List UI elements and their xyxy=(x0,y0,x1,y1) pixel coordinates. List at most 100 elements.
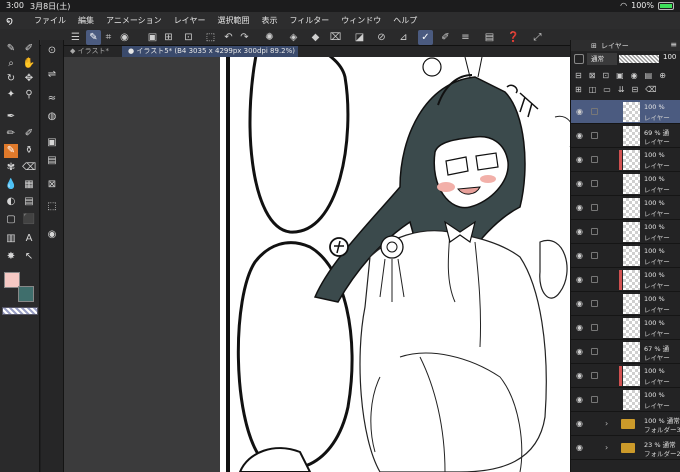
new-folder-icon[interactable]: ▭ xyxy=(603,85,611,94)
reference-icon[interactable]: ⊡ xyxy=(602,71,609,80)
ruler-icon[interactable]: ⊿ xyxy=(396,30,411,45)
object-select-icon[interactable]: ↖ xyxy=(22,250,36,264)
layer-row[interactable]: ◉ 100 % レイヤー xyxy=(571,244,680,268)
clear-icon[interactable]: ⊘ xyxy=(374,30,389,45)
copy-layer-icon[interactable]: ⊟ xyxy=(632,85,639,94)
save-icon[interactable]: ▣ xyxy=(145,30,160,45)
blend-mode-select[interactable]: 通常 xyxy=(587,53,617,65)
selected-tool-icon[interactable]: ✎ xyxy=(4,144,18,158)
undo-icon[interactable]: ↶ xyxy=(221,30,236,45)
material-panel-icon[interactable]: ⬚ xyxy=(45,200,59,214)
blend-icon[interactable]: ✾ xyxy=(4,161,18,175)
menu-filter[interactable]: フィルター xyxy=(289,15,329,26)
visibility-eye-icon[interactable]: ◉ xyxy=(576,179,583,188)
visibility-eye-icon[interactable]: ◉ xyxy=(576,395,583,404)
layer-checkbox[interactable] xyxy=(591,300,598,307)
layer-row[interactable]: ◉ 100 % レイヤー xyxy=(571,172,680,196)
visibility-eye-icon[interactable]: ◉ xyxy=(576,251,583,260)
layer-row[interactable]: ◉ 100 % レイヤー xyxy=(571,220,680,244)
fullscreen-icon[interactable]: ⤢ xyxy=(530,30,545,45)
visibility-eye-icon[interactable]: ◉ xyxy=(576,227,583,236)
layer-row[interactable]: ◉ 100 % レイヤー xyxy=(571,316,680,340)
layer-checkbox[interactable] xyxy=(591,180,598,187)
menu-help[interactable]: ヘルプ xyxy=(393,15,417,26)
eraser-icon[interactable]: ⌫ xyxy=(22,161,36,175)
loading-spinner-icon[interactable]: ✺ xyxy=(262,30,277,45)
brush-top-icon[interactable]: ✐ xyxy=(22,42,36,56)
property-icon[interactable]: ⇌ xyxy=(45,68,59,82)
navigator-icon[interactable]: ⊙ xyxy=(45,44,59,58)
brush-size-icon[interactable]: ≈ xyxy=(45,92,59,106)
transparent-color-swatch[interactable] xyxy=(2,307,38,315)
brush-mode-icon[interactable]: ✎ xyxy=(86,30,101,45)
layer-checkbox[interactable] xyxy=(591,348,598,355)
fill-rect-icon[interactable]: ▤ xyxy=(22,195,36,209)
canvas-paper[interactable] xyxy=(220,57,570,472)
menu-window[interactable]: ウィンドウ xyxy=(341,15,381,26)
pencil-icon[interactable]: ✏ xyxy=(4,127,18,141)
shape-icon[interactable]: ▢ xyxy=(4,213,18,227)
visibility-eye-icon[interactable]: ◉ xyxy=(576,131,583,140)
menu-animation[interactable]: アニメーション xyxy=(106,15,162,26)
fill-icon[interactable]: ◆ xyxy=(308,30,323,45)
opacity-slider[interactable] xyxy=(619,55,659,63)
layer-row[interactable]: ◉ 100 % レイヤー xyxy=(571,100,680,124)
history-icon[interactable]: ▤ xyxy=(45,154,59,168)
visibility-eye-icon[interactable]: ◉ xyxy=(576,107,583,116)
mask-icon[interactable]: ◪ xyxy=(352,30,367,45)
folder-row[interactable]: ◉ › 100 % 通常 フォルダー3 xyxy=(571,412,680,436)
sparkle-icon[interactable]: ✸ xyxy=(4,250,18,264)
menu-layer[interactable]: レイヤー xyxy=(174,15,206,26)
new-raster-layer-icon[interactable]: ⊞ xyxy=(575,85,582,94)
draft-icon[interactable]: ⊕ xyxy=(659,71,666,80)
brush-icon[interactable]: ✐ xyxy=(22,127,36,141)
vector-pen-icon[interactable]: ✐ xyxy=(438,30,453,45)
lock-alpha-icon[interactable]: ▣ xyxy=(616,71,624,80)
opacity-value[interactable]: 100 xyxy=(663,53,676,61)
layer-color-icon[interactable] xyxy=(574,54,584,64)
layer-checkbox[interactable] xyxy=(591,228,598,235)
tab-illust5[interactable]: ● イラスト5* (B4 3035 x 4299px 300dpi 89.2%) xyxy=(122,46,298,57)
visibility-eye-icon[interactable]: ◉ xyxy=(576,347,583,356)
layer-search-icon[interactable]: ◉ xyxy=(45,228,59,242)
menu-edit[interactable]: 編集 xyxy=(78,15,94,26)
transform-icon[interactable]: ⬚ xyxy=(203,30,218,45)
merge-icon[interactable]: ⇊ xyxy=(618,85,625,94)
visibility-eye-icon[interactable]: ◉ xyxy=(576,155,583,164)
layer-row[interactable]: ◉ 100 % レイヤー xyxy=(571,292,680,316)
stamp-icon[interactable]: ⌗ xyxy=(101,30,116,45)
tab-illust[interactable]: ◆ イラスト* xyxy=(64,46,120,57)
hand-icon[interactable]: ✋ xyxy=(22,57,36,71)
help-bubble-icon[interactable]: ❓ xyxy=(506,30,521,45)
visibility-eye-icon[interactable]: ◉ xyxy=(576,299,583,308)
mask-layer-icon[interactable]: ◉ xyxy=(631,71,638,80)
layer-checkbox[interactable] xyxy=(591,132,598,139)
delete-layer-icon[interactable]: ⌫ xyxy=(645,85,656,94)
layer-props-icon[interactable]: ≡ xyxy=(458,30,473,45)
grid-icon[interactable]: ▦ xyxy=(22,178,36,192)
clip-icon[interactable]: ⊠ xyxy=(589,71,596,80)
menu-file[interactable]: ファイル xyxy=(34,15,66,26)
zoom-icon[interactable]: ⌕ xyxy=(4,57,18,71)
magic-wand-icon[interactable]: ✦ xyxy=(4,88,18,102)
visibility-eye-icon[interactable]: ◉ xyxy=(576,371,583,380)
move-icon[interactable]: ✥ xyxy=(22,72,36,86)
visibility-eye-icon[interactable]: ◉ xyxy=(576,443,583,452)
layer-checkbox[interactable] xyxy=(591,252,598,259)
fill-drop-icon[interactable]: 💧 xyxy=(4,178,18,192)
visibility-eye-icon[interactable]: ◉ xyxy=(576,275,583,284)
new-layer-icon[interactable]: ⊞ xyxy=(161,30,176,45)
pen-top-icon[interactable]: ✎ xyxy=(4,42,18,56)
ruler-tool-icon[interactable]: ▥ xyxy=(4,232,18,246)
layer-row[interactable]: ◉ 69 % 通レイヤー xyxy=(571,124,680,148)
layer-checkbox[interactable] xyxy=(591,396,598,403)
layer-row[interactable]: ◉ 100 % レイヤー xyxy=(571,148,680,172)
sub-color-swatch[interactable] xyxy=(18,286,34,302)
gradient-icon[interactable]: ◐ xyxy=(4,195,18,209)
new-vector-layer-icon[interactable]: ◫ xyxy=(589,85,597,94)
visibility-eye-icon[interactable]: ◉ xyxy=(576,323,583,332)
select-transform-icon[interactable]: ⌧ xyxy=(328,30,343,45)
rotate-icon[interactable]: ↻ xyxy=(4,72,18,86)
lock-icon[interactable]: ⊟ xyxy=(575,71,582,80)
layer-row[interactable]: ◉ 100 % レイヤー xyxy=(571,268,680,292)
